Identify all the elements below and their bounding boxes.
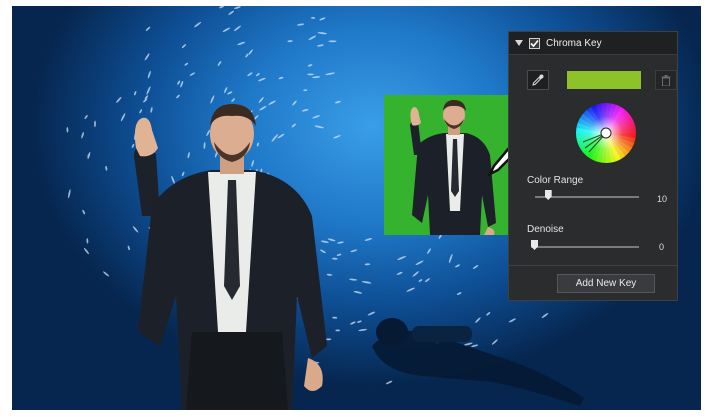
eyedropper-icon xyxy=(532,74,544,86)
denoise-track xyxy=(531,246,639,248)
panel-title: Chroma Key xyxy=(546,37,602,49)
eyedropper-button[interactable] xyxy=(527,70,549,90)
caret-down-icon[interactable] xyxy=(515,40,523,46)
delete-key-button[interactable] xyxy=(655,70,677,90)
color-wheel-icon[interactable] xyxy=(575,102,637,164)
trash-icon xyxy=(661,74,671,86)
color-range-value: 10 xyxy=(657,194,668,204)
key-color-row xyxy=(527,70,677,92)
panel-header: Chroma Key xyxy=(509,32,677,55)
denoise-label: Denoise xyxy=(527,224,564,235)
add-new-key-button[interactable]: Add New Key xyxy=(557,274,655,293)
checkbox-checked-icon[interactable] xyxy=(529,37,540,49)
scuba-diver-figure xyxy=(372,318,584,406)
man-in-suit-figure xyxy=(134,104,327,410)
denoise-slider[interactable] xyxy=(531,240,639,250)
color-range-thumb[interactable] xyxy=(544,190,552,200)
underwater-background: Chroma Key Color Range 10 Denoise 0 Add … xyxy=(12,6,701,410)
denoise-value: 0 xyxy=(659,242,665,252)
color-range-slider[interactable] xyxy=(535,190,639,200)
chroma-key-panel: Chroma Key Color Range 10 Denoise 0 Add … xyxy=(508,31,678,301)
panel-divider xyxy=(509,265,677,266)
key-color-swatch[interactable] xyxy=(567,71,641,89)
denoise-thumb[interactable] xyxy=(531,240,538,250)
color-range-label: Color Range xyxy=(527,175,584,186)
